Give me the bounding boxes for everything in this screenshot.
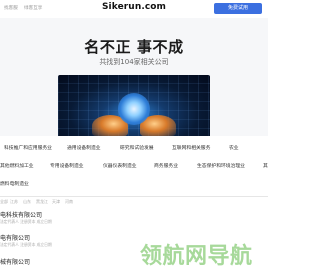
- company-meta: 法定代表人 注册资本 成立日期: [0, 219, 52, 224]
- category-item[interactable]: 研究和试验发展: [120, 141, 154, 157]
- watermark-logo: 领航网导航: [140, 244, 253, 267]
- hero-section: 名不正 事不成 共找到104家相关公司: [0, 18, 268, 136]
- category-item[interactable]: 仪器仪表制造业: [103, 159, 137, 175]
- category-row: 燃料电制造业: [0, 177, 268, 193]
- region-filter[interactable]: 全部: [0, 199, 8, 205]
- category-row: 科技推广和应用服务业 通用设备制造业 研究和试验发展 互联网和相关服务 农业: [0, 141, 268, 157]
- category-item[interactable]: 专用设备制造业: [50, 159, 84, 175]
- region-filter[interactable]: 江苏: [10, 199, 18, 205]
- category-item[interactable]: 科技推广和应用服务业: [4, 141, 52, 157]
- region-filter[interactable]: 天津: [52, 199, 60, 205]
- free-trial-button[interactable]: 免费试用: [214, 3, 262, 14]
- glowing-orb-graphic: [118, 93, 150, 125]
- category-item[interactable]: 农业: [229, 141, 239, 157]
- industry-category-grid: 科技推广和应用服务业 通用设备制造业 研究和试验发展 互联网和相关服务 农业 其…: [0, 139, 268, 195]
- category-item[interactable]: 商务服务业: [154, 159, 178, 175]
- category-item[interactable]: 燃料电制造业: [0, 177, 29, 193]
- region-filter[interactable]: 山东: [23, 199, 31, 205]
- company-name[interactable]: 械有限公司: [0, 257, 30, 266]
- category-item[interactable]: 互联网和相关服务: [172, 141, 210, 157]
- category-item[interactable]: 其他燃料加工业: [0, 159, 34, 175]
- company-meta: 法定代表人 注册资本 成立日期: [0, 242, 52, 247]
- region-filter-bar: 全部 江苏 山东 黑龙江 天津 河南: [0, 199, 268, 207]
- company-name[interactable]: 电有限公司: [0, 233, 30, 242]
- region-filter[interactable]: 河南: [65, 199, 73, 205]
- category-row: 其他燃料加工业 专用设备制造业 仪器仪表制造业 商务服务业 生态保护和环境治理业…: [0, 159, 268, 175]
- hero-headline: 名不正 事不成: [84, 38, 184, 56]
- category-item[interactable]: 其: [263, 159, 268, 175]
- region-filter[interactable]: 黑龙江: [36, 199, 48, 205]
- category-item[interactable]: 通用设备制造业: [67, 141, 101, 157]
- company-name[interactable]: 电科技有限公司: [0, 210, 42, 219]
- hero-banner-image: [58, 75, 210, 136]
- hero-subhead: 共找到104家相关公司: [99, 58, 169, 66]
- category-item[interactable]: 生态保护和环境治理业: [197, 159, 245, 175]
- section-divider: [0, 196, 268, 197]
- top-navbar: 找客服 绿客互享 Sikerun.com 免费试用: [0, 0, 268, 18]
